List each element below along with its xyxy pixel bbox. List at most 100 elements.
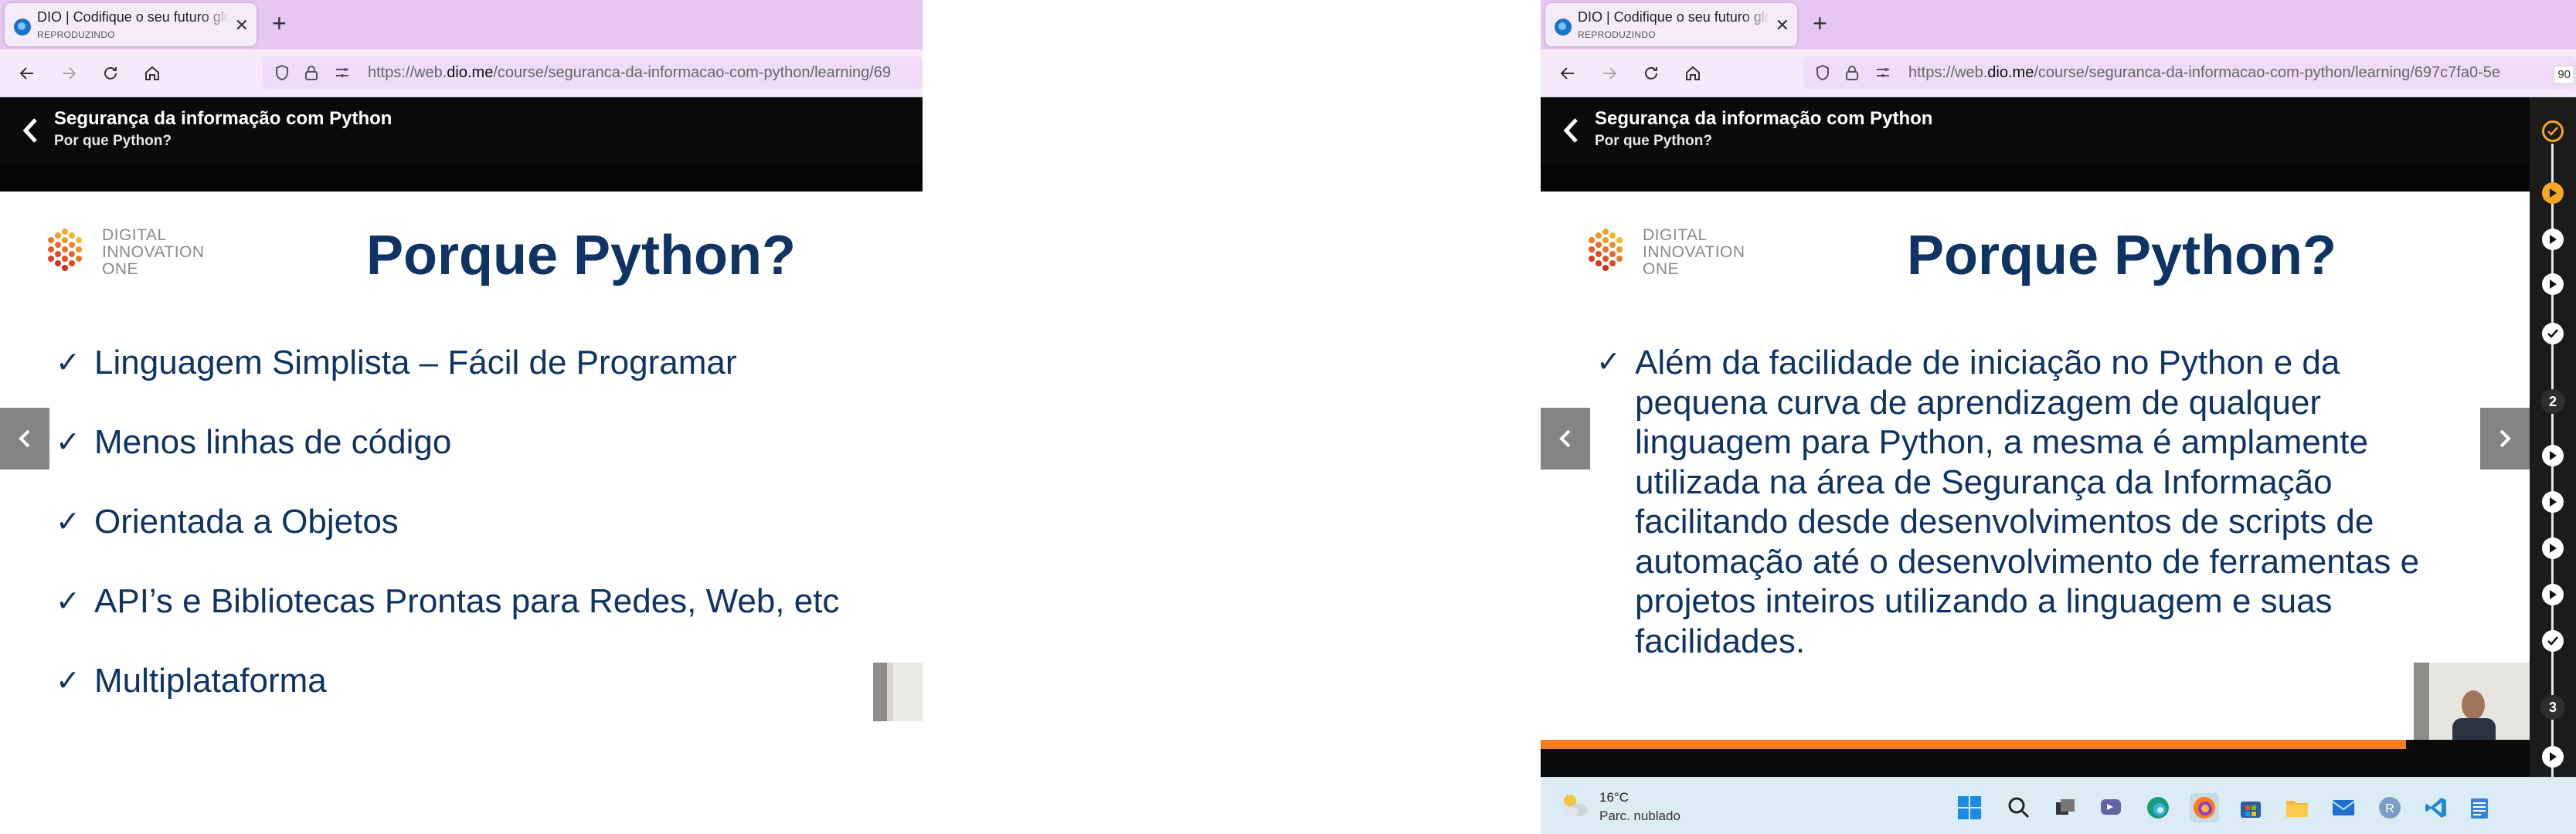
lesson-play-icon[interactable] [2542,746,2564,768]
lock-icon[interactable] [303,64,320,81]
vscode-icon[interactable] [2421,793,2451,822]
lesson-play-icon[interactable] [2542,273,2564,295]
mail-icon[interactable] [2329,793,2358,822]
lesson-play-icon[interactable] [2542,491,2564,513]
section-number[interactable]: 2 [2540,389,2565,414]
slide-area: DIGITAL INNOVATION ONE Porque Python? ✓ … [1541,192,2530,740]
tab-strip: DIO | Codifique o seu futuro global REPR… [1541,0,2576,49]
chevron-left-icon[interactable] [1561,116,1581,145]
lesson-play-icon[interactable] [2542,229,2564,250]
bullet-text: Multiplataforma [94,662,327,700]
microsoft-store-icon[interactable] [2236,793,2265,822]
close-tab-icon[interactable]: ✕ [1776,15,1789,36]
slide-title: Porque Python? [1907,225,2336,286]
lesson-play-icon[interactable] [2542,584,2564,605]
lesson-play-icon[interactable] [2542,537,2564,559]
dio-logo-text: DIGITAL INNOVATION ONE [102,227,205,278]
webcam-thumbnail[interactable] [2414,663,2530,740]
chevron-left-icon[interactable] [20,116,40,145]
new-tab-button[interactable]: + [272,8,287,39]
url-prefix: https://web. [1908,64,1988,81]
bullet-item: ✓ Menos linhas de código [56,422,907,463]
url-domain: dio.me [1987,64,2034,81]
reload-icon[interactable] [97,60,124,86]
tab-strip: DIO | Codifique o seu futuro global REPR… [0,0,923,49]
check-icon: ✓ [56,506,80,538]
weather-temperature[interactable]: 16°C [1599,790,1629,805]
back-icon[interactable] [1555,60,1581,86]
tab-title: DIO | Codifique o seu futuro global [37,9,230,25]
paragraph-text: Além da facilidade de iniciação no Pytho… [1635,344,2420,660]
browser-tab[interactable]: DIO | Codifique o seu futuro global REPR… [1545,3,1797,46]
tracking-shield-icon[interactable] [1814,64,1831,81]
home-icon[interactable] [1680,60,1706,86]
lesson-play-icon[interactable] [2542,445,2564,466]
firefox-icon[interactable] [2190,793,2219,822]
browser-tab[interactable]: DIO | Codifique o seu futuro global REPR… [5,3,257,46]
user-avatar-icon[interactable]: R [2375,793,2404,822]
home-icon[interactable] [139,60,165,86]
logo-line-1: DIGITAL [1643,226,1708,244]
slide-paragraph: ✓ Além da facilidade de iniciação no Pyt… [1596,343,2469,661]
webcam-thumbnail[interactable] [873,663,923,721]
logo-line-1: DIGITAL [102,226,167,244]
weather-description[interactable]: Parc. nublado [1599,809,1681,824]
check-icon: ✓ [56,347,80,379]
dio-favicon-icon [14,19,31,36]
file-explorer-icon[interactable] [2282,793,2312,822]
previous-slide-button[interactable] [0,408,49,470]
dio-favicon-icon [1555,19,1572,36]
completed-section-icon[interactable] [2542,120,2564,142]
course-header: Segurança da informação com Python Por q… [1541,97,2530,164]
navigation-bar: https://web.dio.me/course/seguranca-da-i… [1541,49,2576,97]
address-bar[interactable]: https://web.dio.me/course/seguranca-da-i… [263,56,923,89]
address-bar[interactable]: https://web.dio.me/course/seguranca-da-i… [1803,56,2576,89]
previous-slide-button[interactable] [1541,408,1590,470]
close-tab-icon[interactable]: ✕ [235,15,249,36]
video-progress-bar[interactable] [1541,740,2406,749]
logo-line-3: ONE [1643,260,1680,278]
edge-browser-icon[interactable] [2143,793,2173,822]
bullet-text: Menos linhas de código [94,423,452,461]
dio-logo-text: DIGITAL INNOVATION ONE [1643,227,1745,278]
url-text[interactable]: https://web.dio.me/course/seguranca-da-i… [368,64,891,82]
task-view-icon[interactable] [2051,793,2080,822]
lesson-title: Por que Python? [1595,133,1712,149]
forward-icon[interactable] [1596,60,1623,86]
teams-chat-icon[interactable] [2097,793,2126,822]
bullet-item: ✓ Linguagem Simplista – Fácil de Programa… [56,343,907,383]
bullet-item: ✓ Orientada a Objetos [56,502,907,542]
tab-playing-status: REPRODUZINDO [37,29,115,40]
bullet-text: Orientada a Objetos [94,503,399,541]
tab-playing-status: REPRODUZINDO [1578,29,1656,40]
forward-icon[interactable] [56,60,82,86]
windows-start-icon[interactable] [1955,793,1984,822]
section-number[interactable]: 3 [2540,695,2565,720]
browser-window-left: DIO | Codifique o seu futuro global REPR… [0,0,923,834]
search-icon[interactable] [2004,793,2034,822]
lesson-check-icon[interactable] [2542,323,2564,344]
navigation-bar: https://web.dio.me/course/seguranca-da-i… [0,49,923,97]
video-top-bar [1541,164,2530,192]
permissions-icon[interactable] [1874,64,1891,81]
dio-logo: DIGITAL INNOVATION ONE [1584,225,1762,280]
tracking-shield-icon[interactable] [274,64,291,81]
bullet-text: API’s e Bibliotecas Prontas para Redes, … [94,582,840,620]
url-text[interactable]: https://web.dio.me/course/seguranca-da-i… [1908,64,2537,82]
current-lesson-play-icon[interactable] [2542,182,2564,204]
lesson-check-icon[interactable] [2542,630,2564,652]
partly-cloudy-icon[interactable] [1559,792,1590,819]
chevron-left-icon [19,429,30,448]
back-icon[interactable] [14,60,40,86]
reload-icon[interactable] [1638,60,1664,86]
next-slide-button[interactable] [2480,408,2530,470]
new-tab-button[interactable]: + [1813,8,1827,39]
chevron-left-icon [1559,429,1571,448]
chevron-right-icon [2500,429,2511,448]
logo-line-2: INNOVATION [1643,243,1745,261]
permissions-icon[interactable] [334,64,351,81]
lesson-title: Por que Python? [54,133,172,149]
lock-icon[interactable] [1844,64,1861,81]
notepad-icon[interactable] [2465,793,2494,822]
zoom-level-badge[interactable]: 90 [2554,66,2574,84]
